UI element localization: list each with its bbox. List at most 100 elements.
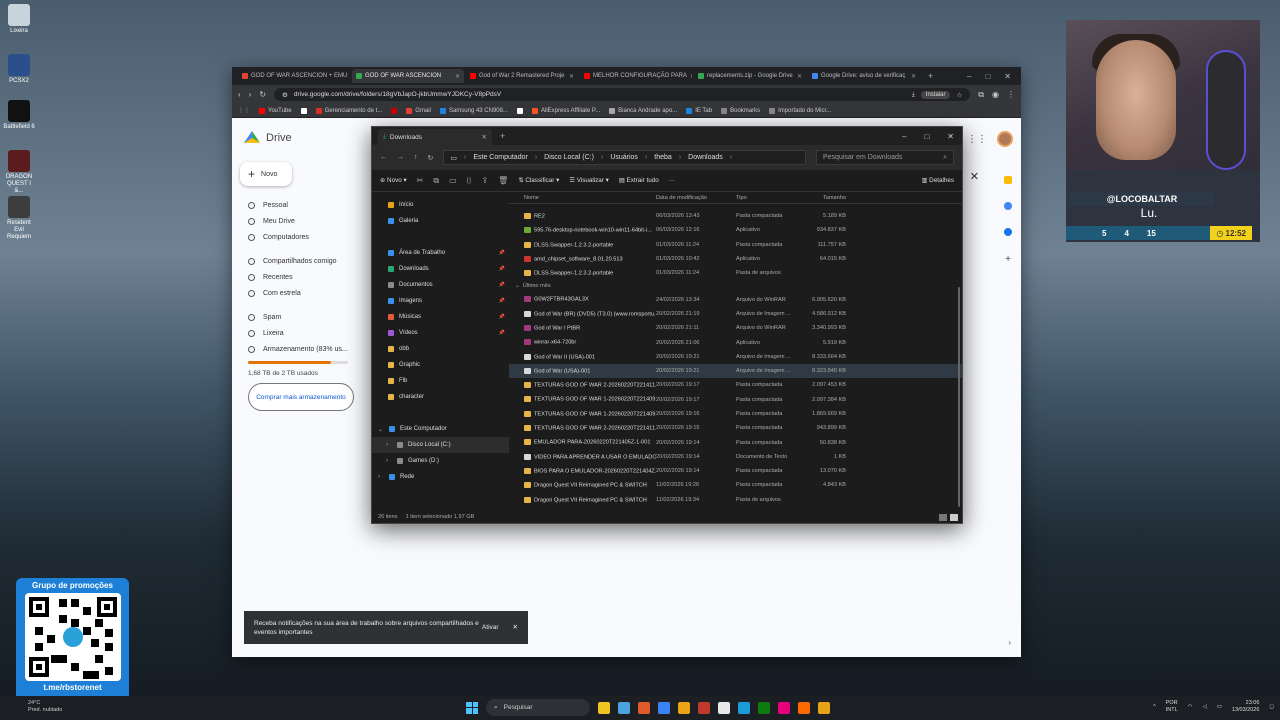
column-header[interactable]: Tamanho	[803, 195, 846, 201]
bookmark-item[interactable]	[391, 107, 398, 114]
start-icon[interactable]	[466, 701, 478, 714]
table-row[interactable]: EMULADOR PARA-20260220T221405Z-1-001 20/0…	[509, 435, 962, 449]
tab-close-icon[interactable]: ✕	[455, 73, 460, 80]
browser-tab[interactable]: GOD OF WAR ASCENCION ✕	[352, 69, 464, 83]
forward-icon[interactable]: ›	[249, 90, 252, 99]
nav-item[interactable]: › Rede	[372, 469, 509, 485]
bookmark-item[interactable]: Gmail	[406, 107, 431, 114]
taskbar-app-icon[interactable]	[798, 701, 810, 714]
volume-icon[interactable]: ◁	[1202, 704, 1206, 711]
close-icon[interactable]: ✕	[970, 170, 979, 183]
browser-tab[interactable]: Google Drive: aviso de verificaç ✕	[808, 69, 920, 83]
drive-nav-item[interactable]: Computadores	[248, 229, 358, 245]
table-row[interactable]: DLSS.Swapper-1.2.3.2-portable 01/03/2026 …	[509, 238, 962, 252]
taskbar-app-icon[interactable]	[718, 701, 730, 714]
minimize-icon[interactable]: –	[967, 72, 971, 81]
chevron-right-icon[interactable]: ›	[386, 442, 392, 448]
nav-item[interactable]: Documentos 📌	[372, 277, 509, 293]
install-button[interactable]: Instalar	[920, 90, 951, 99]
table-row[interactable]: DLSS.Swapper-1.2.3.2-portable 01/03/2026 …	[509, 266, 962, 280]
bookmark-item[interactable]: Bianca Andrade apo...	[609, 107, 677, 114]
buy-storage-button[interactable]: Comprar mais armazenamento	[248, 383, 354, 411]
share-icon[interactable]: ⇪	[481, 176, 488, 185]
new-button[interactable]: ⊕ Novo ▾	[380, 177, 407, 184]
desktop-icon[interactable]: Battlefield 6	[2, 100, 36, 131]
toast-close-icon[interactable]: ✕	[513, 623, 518, 632]
taskbar-app-icon[interactable]	[638, 701, 650, 714]
bookmark-item[interactable]: Bookmarks	[721, 107, 760, 114]
tab-close-icon[interactable]: ✕	[482, 133, 487, 141]
extensions-icon[interactable]: ⧉	[978, 90, 984, 100]
contacts-icon[interactable]	[1004, 228, 1012, 236]
copy-icon[interactable]: ⧉	[433, 176, 439, 186]
tab-close-icon[interactable]: ✕	[911, 73, 916, 80]
tab-close-icon[interactable]: ✕	[690, 73, 692, 80]
desktop-icon[interactable]: Resident Evil Requiem	[2, 196, 36, 241]
back-icon[interactable]: ‹	[238, 90, 241, 99]
taskbar-app-icon[interactable]	[618, 701, 630, 714]
menu-icon[interactable]: ⋮	[1007, 90, 1015, 99]
column-header[interactable]: Data de modificação	[656, 195, 736, 201]
bookmark-item[interactable]: AliExpress Affiliate P...	[532, 107, 600, 114]
drive-nav-item[interactable]: Lixeira	[248, 325, 358, 341]
minimize-icon[interactable]: –	[902, 132, 906, 141]
view-button[interactable]: ☰ Visualizar ▾	[569, 177, 609, 184]
taskbar-clock[interactable]: 23:06 13/03/2026	[1232, 700, 1260, 714]
nav-item[interactable]: Flb	[372, 373, 509, 389]
chevron-right-icon[interactable]: ›	[386, 458, 392, 464]
close-icon[interactable]: ✕	[1004, 72, 1011, 81]
table-row[interactable]: God of War (BR) (DVD5) (T3.0) (www.romsp…	[509, 307, 962, 321]
drive-nav-item[interactable]: Compartilhados comigo	[248, 253, 358, 269]
chevron-right-icon[interactable]: ›	[1008, 638, 1011, 647]
breadcrumb-item[interactable]: Usuários	[610, 154, 638, 161]
details-view-icon[interactable]	[939, 513, 947, 521]
refresh-icon[interactable]: ↻	[428, 154, 434, 162]
taskbar-app-icon[interactable]	[778, 701, 790, 714]
table-row[interactable]: amd_chipset_software_8.01.20.513 01/03/20…	[509, 252, 962, 266]
nav-item[interactable]: obb	[372, 341, 509, 357]
column-header[interactable]: Nome	[509, 195, 656, 201]
table-row[interactable]: Dragon Quest VII Reimagined PC & SWITCH 1…	[509, 493, 962, 507]
drive-nav-item[interactable]: Spam	[248, 309, 358, 325]
search-input[interactable]: Pesquisar em Downloads ⌕	[816, 150, 954, 165]
table-row[interactable]: God of War I PtBR 20/02/2026 21:11 Arquivo…	[509, 321, 962, 335]
download-icon[interactable]: ⤓	[912, 91, 915, 99]
nav-item[interactable]: Imagens 📌	[372, 293, 509, 309]
tab-close-icon[interactable]: ✕	[569, 73, 574, 80]
avatar[interactable]	[997, 131, 1013, 147]
back-icon[interactable]: ←	[380, 154, 387, 161]
paste-icon[interactable]: ▭	[449, 176, 457, 185]
maximize-icon[interactable]: □	[924, 132, 929, 141]
new-tab-icon[interactable]: +	[500, 131, 505, 141]
table-row[interactable]: VIDEO PARA APRENDER A USAR O EMULADOR 20/…	[509, 450, 962, 464]
profile-icon[interactable]: ◉	[992, 90, 999, 99]
table-row[interactable]: TEXTURAS GOD OF WAR 1-20260220T221409...…	[509, 393, 962, 407]
bookmark-item[interactable]	[300, 107, 307, 114]
forward-icon[interactable]: →	[397, 154, 404, 161]
weather-widget[interactable]: 24°C Pred. nublado	[28, 700, 62, 714]
nav-item[interactable]: Início	[372, 197, 509, 213]
nav-item[interactable]: Graphic	[372, 357, 509, 373]
table-row[interactable]: God of War II (USA)-001 20/02/2026 19:21 A…	[509, 350, 962, 364]
drive-nav-item[interactable]: Com estrela	[248, 285, 358, 301]
keep-icon[interactable]	[1004, 176, 1012, 184]
add-addon-icon[interactable]: +	[1005, 254, 1011, 265]
nav-item[interactable]: Vídeos 📌	[372, 325, 509, 341]
desktop-icon[interactable]: Lixeira	[2, 4, 36, 35]
browser-tab[interactable]: GOD OF WAR ASCENCION + EMU✕	[238, 69, 350, 83]
chevron-right-icon[interactable]: ›	[378, 474, 384, 480]
nav-item[interactable]: Área de Trabalho 📌	[372, 245, 509, 261]
apps-icon[interactable]: ⋮⋮	[238, 107, 250, 114]
tiles-view-icon[interactable]	[950, 513, 958, 521]
browser-tab[interactable]: MELHOR CONFIGURAÇÃO PARA✕	[580, 69, 692, 83]
bookmark-star-icon[interactable]: ☆	[956, 91, 962, 99]
scrollbar[interactable]	[958, 287, 960, 507]
drive-nav-item[interactable]: Recentes	[248, 269, 358, 285]
breadcrumb-item[interactable]: theba	[654, 154, 672, 161]
reload-icon[interactable]: ↻	[259, 90, 266, 99]
nav-item[interactable]: Galeria	[372, 213, 509, 229]
browser-tab[interactable]: replacements.zip - Google Drive ✕	[694, 69, 806, 83]
bookmark-item[interactable]	[517, 107, 523, 114]
nav-item[interactable]: › Games (D:)	[372, 453, 509, 469]
bookmark-item[interactable]: IE Tab	[686, 107, 712, 114]
